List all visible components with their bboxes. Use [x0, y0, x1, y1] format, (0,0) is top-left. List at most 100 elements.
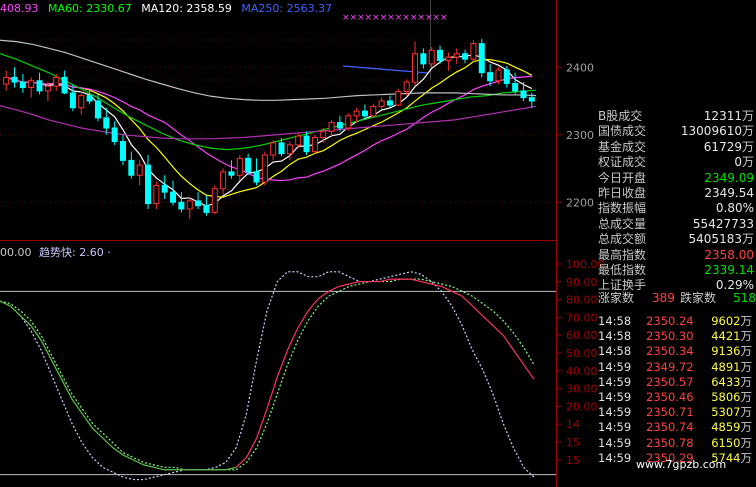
candle-body	[295, 135, 302, 146]
candle-body	[195, 200, 202, 207]
tick-volume-number: 6150	[711, 435, 741, 450]
candlesticks	[3, 38, 535, 220]
tick-time: 14:58	[598, 329, 632, 344]
tick-volume-number: 6433	[711, 374, 741, 389]
candle-body	[470, 43, 477, 60]
osc-tick-label: 90.00	[566, 276, 598, 289]
candle-body	[420, 53, 427, 65]
info-value-number: 55427733	[692, 216, 754, 231]
candle-body	[220, 171, 227, 190]
info-row: 基金成交 61729万	[596, 140, 756, 155]
tick-time: 14:59	[598, 435, 632, 450]
candle-body	[512, 82, 519, 92]
osc-tick-label: 60.00	[566, 329, 598, 342]
up-label: 涨家数	[598, 291, 635, 305]
tick-volume-unit: 万	[740, 329, 753, 344]
candle-body	[36, 80, 43, 92]
tick-price: 2350.24	[646, 314, 694, 328]
tick-volume-unit: 万	[740, 435, 753, 450]
info-value: 61729万	[704, 140, 754, 155]
candle-body	[86, 95, 93, 102]
grid	[0, 39, 556, 203]
tick-row[interactable]: 14:58 2350.30 4421万	[598, 329, 756, 344]
tick-volume: 4859万	[711, 420, 752, 435]
candle-body	[53, 76, 60, 87]
tick-volume-number: 9136	[711, 344, 741, 359]
price-tick-label: 2400	[566, 61, 594, 74]
tick-time: 14:59	[598, 389, 632, 404]
info-value-number: 61729	[703, 139, 742, 154]
osc-tick-label: 30.00	[566, 383, 598, 396]
candle-body	[261, 154, 268, 183]
tick-volume: 5806万	[711, 390, 752, 405]
tick-row[interactable]: 14:59 2350.74 4859万	[598, 420, 756, 435]
up-count: 389	[652, 291, 675, 305]
tick-list[interactable]: 14:58 2350.24 9602万 14:58 2350.30 4421万 14:58 2…	[598, 314, 756, 466]
tick-price: 2349.72	[646, 359, 694, 374]
osc-tick-label: 50.00	[566, 347, 598, 360]
osc-tick-label: 15	[566, 436, 580, 449]
tick-price: 2350.71	[646, 405, 694, 420]
tick-time: 14:59	[598, 374, 632, 389]
candle-body	[161, 184, 168, 193]
info-value-number: 2358.00	[704, 247, 754, 262]
tick-price: 2350.30	[646, 329, 694, 344]
tick-row[interactable]: 14:59 2349.72 4891万	[598, 360, 756, 375]
candle-body	[186, 200, 193, 210]
tick-volume-number: 4859	[711, 420, 741, 435]
candle-body	[320, 130, 327, 138]
info-value: 5405183万	[689, 232, 754, 247]
candle-body	[437, 49, 444, 61]
candle-body	[503, 69, 510, 84]
tick-volume: 6150万	[711, 436, 752, 451]
candle-body	[245, 157, 252, 173]
info-value-number: 2349.54	[704, 185, 754, 200]
tick-volume: 4891万	[711, 360, 752, 375]
info-row: 权证成交 0万	[596, 155, 756, 170]
tick-volume-unit: 万	[740, 344, 753, 359]
tick-volume: 9136万	[711, 344, 752, 359]
tick-row[interactable]: 14:58 2350.24 9602万	[598, 314, 756, 329]
tick-price: 2350.46	[646, 389, 694, 404]
tick-volume-number: 9602	[711, 314, 741, 328]
tick-volume-unit: 万	[740, 450, 753, 465]
tick-time: 14:59	[598, 420, 632, 435]
osc-name: 趋势快: 2.60 ·	[39, 246, 111, 259]
candle-body	[44, 85, 51, 92]
candle-body	[328, 122, 335, 132]
info-value-number: 0	[734, 155, 742, 170]
osc-tick-label: 20.00	[566, 400, 598, 413]
info-label: 国债成交	[598, 124, 647, 139]
info-row: 昨日收盘 2349.54	[596, 186, 756, 201]
info-unit: 万	[741, 124, 754, 139]
info-label: 今日开盘	[598, 170, 647, 185]
candle-body	[69, 92, 76, 109]
info-label: 总成交量	[598, 216, 647, 231]
candle-body	[403, 81, 410, 93]
info-value: 55427733	[693, 217, 754, 232]
candle-body	[462, 53, 469, 60]
candle-body	[3, 76, 10, 85]
osc-prefix: 00.00	[0, 246, 32, 259]
candle-body	[19, 81, 26, 88]
tick-row[interactable]: 14:59 2350.46 5806万	[598, 390, 756, 405]
candle-body	[520, 90, 527, 99]
tick-price: 2350.78	[646, 435, 694, 450]
candle-body	[361, 110, 368, 117]
info-value-number: 0.80%	[715, 201, 754, 216]
tick-row[interactable]: 14:59 2350.57 6433万	[598, 375, 756, 390]
candle-body	[286, 144, 293, 155]
tick-row[interactable]: 14:59 2350.71 5307万	[598, 405, 756, 420]
candle-body	[253, 171, 260, 183]
candle-body	[203, 205, 210, 213]
tick-volume-number: 5806	[711, 389, 741, 404]
tick-row[interactable]: 14:59 2350.78 6150万	[598, 436, 756, 451]
tick-volume-number: 4421	[711, 329, 741, 344]
candle-body	[487, 72, 494, 82]
osc-d-line	[0, 278, 535, 471]
market-info-panel: B股成交 12311万 国债成交 13009610万 基金成交 61729万 权证成交 0万今…	[596, 109, 756, 294]
tick-volume-number: 5307	[711, 405, 741, 420]
tick-row[interactable]: 14:58 2350.34 9136万	[598, 344, 756, 359]
tick-volume: 6433万	[711, 375, 752, 390]
ma5-line	[6, 54, 533, 207]
